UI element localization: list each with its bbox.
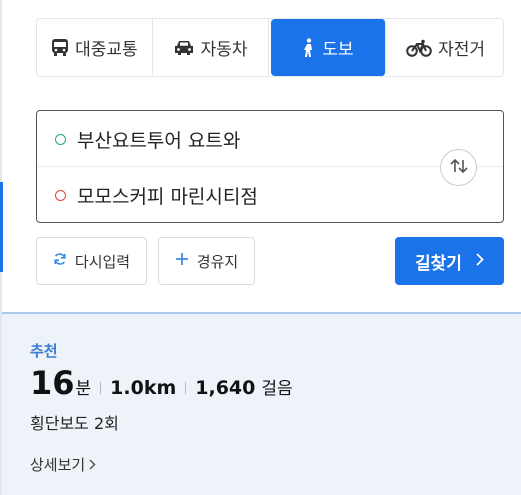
left-accent-bar xyxy=(0,182,3,272)
bicycle-icon xyxy=(406,39,432,57)
swap-icon xyxy=(449,158,469,178)
steps-value: 1,640 xyxy=(195,377,256,399)
tab-bicycle-label: 자전거 xyxy=(438,40,486,60)
start-location-text: 부산요트투어 요트와 xyxy=(77,129,241,152)
crosswalk-count: 횡단보도 2회 xyxy=(30,414,119,433)
end-input[interactable]: 모모스커피 마린시티점 xyxy=(37,167,437,223)
end-location-text: 모모스커피 마린시티점 xyxy=(77,185,258,208)
details-label: 상세보기 xyxy=(30,456,86,474)
walk-icon xyxy=(302,37,316,58)
tab-walk[interactable]: 도보 xyxy=(270,19,387,76)
waypoint-button-label: 경유지 xyxy=(196,252,239,271)
tab-car-label: 자동차 xyxy=(200,40,248,60)
find-route-label: 길찾기 xyxy=(415,253,462,274)
plus-icon xyxy=(175,252,189,270)
route-result-card[interactable]: 추천 16 분 1.0km 1,640 걸음 횡단보도 2회 상세보기 xyxy=(2,312,521,495)
summary-separator xyxy=(185,382,187,394)
end-dot-icon xyxy=(55,189,66,201)
start-dot-icon xyxy=(55,133,66,145)
duration-minutes: 16 xyxy=(30,364,75,402)
refresh-icon xyxy=(53,252,67,270)
find-route-button[interactable]: 길찾기 xyxy=(395,237,504,285)
reset-button[interactable]: 다시입력 xyxy=(36,237,147,285)
swap-button[interactable] xyxy=(440,149,477,186)
distance-value: 1.0km xyxy=(110,377,177,399)
route-input-box: 부산요트투어 요트와 모모스커피 마린시티점 xyxy=(36,110,504,223)
tab-transit[interactable]: 대중교통 xyxy=(37,19,153,76)
summary-separator xyxy=(100,382,102,394)
tab-bicycle[interactable]: 자전거 xyxy=(388,19,503,76)
chevron-right-icon xyxy=(476,251,484,271)
tab-car[interactable]: 자동차 xyxy=(153,19,269,76)
details-link[interactable]: 상세보기 xyxy=(30,454,96,475)
route-summary: 16 분 1.0km 1,640 걸음 xyxy=(30,364,293,402)
bus-icon xyxy=(51,38,69,57)
duration-unit: 분 xyxy=(75,379,92,399)
car-icon xyxy=(173,40,195,56)
add-waypoint-button[interactable]: 경유지 xyxy=(158,237,255,285)
reset-button-label: 다시입력 xyxy=(74,252,131,271)
recommend-badge: 추천 xyxy=(30,342,58,360)
steps-unit: 걸음 xyxy=(261,379,293,399)
start-input[interactable]: 부산요트투어 요트와 xyxy=(37,111,437,167)
transport-mode-tabs: 대중교통 자동차 도보 자전거 xyxy=(36,18,504,77)
tab-walk-label: 도보 xyxy=(322,40,354,60)
tab-transit-label: 대중교통 xyxy=(75,40,138,60)
chevron-right-small-icon xyxy=(89,456,96,474)
